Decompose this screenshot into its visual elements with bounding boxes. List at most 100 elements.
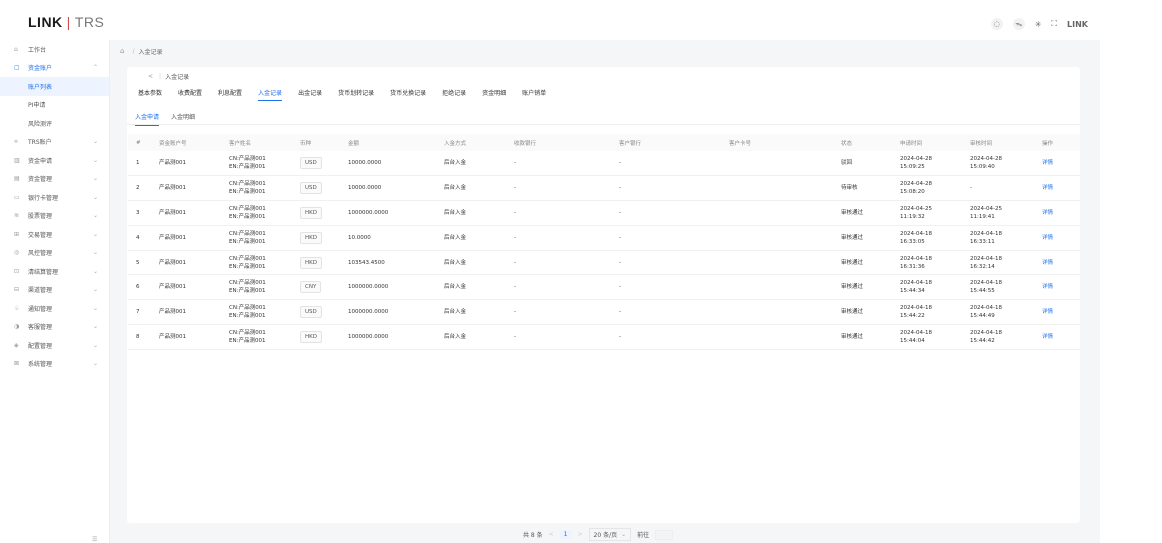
fullscreen-icon[interactable]: ⛶ xyxy=(1051,19,1057,29)
next-page-button[interactable]: > xyxy=(578,531,583,538)
cell-customer-name: CN:产品测001 EN:产品测001 xyxy=(225,299,296,326)
cell-apply-time: 2024-04-18 15:44:04 xyxy=(896,324,966,350)
table-row: 4 产品测001 CN:产品测001 EN:产品测001 HKD 10.0000 后台入金 -… xyxy=(128,225,1080,251)
detail-link[interactable]: 详情 xyxy=(1042,160,1053,166)
cell-apply-time: 2024-04-18 16:33:05 xyxy=(896,225,966,251)
collapse-sidebar-icon[interactable]: ☰ xyxy=(92,536,97,543)
logo[interactable]: LINK | TRS xyxy=(28,14,104,30)
page-size-value: 20 条/页 xyxy=(593,532,618,539)
page-size-select[interactable]: 20 条/页 ⌄ xyxy=(588,528,632,541)
cell-receive-bank: - xyxy=(510,175,615,202)
sidebar-item-fund-apply[interactable]: ▥ 资金申请 ⌄ xyxy=(0,151,109,170)
prev-page-button[interactable]: < xyxy=(549,531,554,538)
cell-index: 2 xyxy=(128,175,155,202)
col-action: 操作 xyxy=(1038,134,1080,151)
detail-link[interactable]: 详情 xyxy=(1042,284,1053,290)
theme-icon[interactable]: ✳ xyxy=(1035,20,1042,29)
deposit-table: # 资金账户号 客户姓名 币种 金额 入金方式 收款银行 客户银行 客户卡号 状… xyxy=(128,134,1080,350)
cell-apply-time: 2024-04-18 15:44:22 xyxy=(896,299,966,326)
sidebar-item-settle[interactable]: ⊡ 清结算管理 ⌄ xyxy=(0,262,109,281)
name-cn: CN:产品测001 xyxy=(229,156,266,163)
cell-receive-bank: - xyxy=(510,274,615,301)
sidebar-item-label: 交易管理 xyxy=(28,231,53,239)
goto-page-input[interactable] xyxy=(655,529,674,540)
sidebar-item-config[interactable]: ◈ 配置管理 ⌄ xyxy=(0,336,109,355)
cell-amount: 1000000.0000 xyxy=(344,324,440,350)
col-status: 状态 xyxy=(837,134,896,151)
currency-tag: CNY xyxy=(300,281,322,294)
sidebar-item-workbench[interactable]: ⌂ 工作台 xyxy=(0,40,109,59)
tab-fund-details[interactable]: 资金明细 xyxy=(482,88,506,101)
tab-interest-config[interactable]: 利息配置 xyxy=(218,88,242,101)
review-time: 16:32:14 xyxy=(970,263,995,270)
cell-account: 产品测001 xyxy=(155,225,225,251)
detail-link[interactable]: 详情 xyxy=(1042,210,1053,216)
tab-fee-config[interactable]: 收费配置 xyxy=(178,88,202,101)
sidebar-item-bank-card[interactable]: ▭ 银行卡管理 ⌄ xyxy=(0,188,109,207)
home-icon[interactable]: ⌂ xyxy=(120,47,124,55)
detail-link[interactable]: 详情 xyxy=(1042,334,1053,340)
cell-status: 审核通过 xyxy=(837,274,896,301)
sidebar-item-trs-account[interactable]: ⟡ TRS账户 ⌄ xyxy=(0,133,109,152)
sidebar-item-label: 资金申请 xyxy=(28,157,53,165)
sidebar-item-fund-manage[interactable]: ▤ 资金管理 ⌄ xyxy=(0,170,109,189)
translate-icon[interactable]: ᯓ xyxy=(1012,18,1025,30)
sidebar-item-label: 通知管理 xyxy=(28,305,53,313)
detail-link[interactable]: 详情 xyxy=(1042,309,1053,315)
bell-icon[interactable]: ◌ xyxy=(990,18,1003,30)
col-card-number: 客户卡号 xyxy=(725,134,837,151)
cell-apply-time: 2024-04-28 15:09:25 xyxy=(896,151,966,177)
cell-amount: 1000000.0000 xyxy=(344,299,440,326)
sidebar-item-risk-assess[interactable]: 风险测评 xyxy=(0,114,109,133)
cell-method: 后台入金 xyxy=(440,250,510,276)
cell-currency: HKD xyxy=(296,225,344,251)
home-icon: ⌂ xyxy=(14,45,18,53)
cell-apply-time: 2024-04-18 15:44:34 xyxy=(896,274,966,301)
detail-link[interactable]: 详情 xyxy=(1042,185,1053,191)
cell-amount: 10.0000 xyxy=(344,225,440,251)
apply-time: 16:31:36 xyxy=(900,263,925,270)
user-avatar[interactable]: LINK xyxy=(1067,20,1088,29)
apply-date: 2024-04-18 xyxy=(900,329,932,336)
sidebar-item-risk[interactable]: ◎ 风控管理 ⌄ xyxy=(0,244,109,263)
tab-account-cancel[interactable]: 账户销单 xyxy=(522,88,546,101)
cell-status: 驳回 xyxy=(837,151,896,177)
name-cn: CN:产品测001 xyxy=(229,255,266,262)
sidebar-item-trade[interactable]: ⊞ 交易管理 ⌄ xyxy=(0,225,109,244)
sidebar-item-channel[interactable]: ⊟ 渠道管理 ⌄ xyxy=(0,281,109,300)
cell-receive-bank: - xyxy=(510,225,615,251)
system-icon: ⊠ xyxy=(14,360,20,368)
sidebar-item-stock[interactable]: ≋ 股票管理 ⌄ xyxy=(0,207,109,226)
sidebar-item-notice[interactable]: ♧ 通知管理 ⌄ xyxy=(0,299,109,318)
detail-link[interactable]: 详情 xyxy=(1042,260,1053,266)
sidebar-item-system[interactable]: ⊠ 系统管理 ⌄ xyxy=(0,355,109,374)
back-button[interactable]: < xyxy=(148,73,153,80)
cell-apply-time: 2024-04-28 15:08:20 xyxy=(896,175,966,202)
name-en: EN:产品测001 xyxy=(229,313,266,320)
cell-account: 产品测001 xyxy=(155,250,225,276)
review-date: 2024-04-28 xyxy=(970,156,1002,163)
breadcrumb: ⌂ / 入金记录 xyxy=(110,40,1100,62)
tab-basic-params[interactable]: 基本参数 xyxy=(138,88,162,101)
cell-status: 审核通过 xyxy=(837,200,896,226)
review-date: 2024-04-18 xyxy=(970,280,1002,287)
tab-exchange-records[interactable]: 货币兑换记录 xyxy=(390,88,426,101)
chevron-down-icon: ⌄ xyxy=(93,212,99,220)
cell-receive-bank: - xyxy=(510,250,615,276)
apply-date: 2024-04-28 xyxy=(900,181,932,188)
cell-method: 后台入金 xyxy=(440,299,510,326)
sidebar-item-pi-apply[interactable]: PI申请 xyxy=(0,96,109,115)
tab-deposit-records[interactable]: 入金记录 xyxy=(258,88,283,101)
sidebar-item-label: 股票管理 xyxy=(28,213,53,221)
detail-link[interactable]: 详情 xyxy=(1042,235,1053,241)
page-number-button[interactable]: 1 xyxy=(559,530,572,539)
sidebar-item-account-list[interactable]: 账户列表 xyxy=(0,77,109,96)
tab-reject-records[interactable]: 拒绝记录 xyxy=(442,88,466,101)
sidebar-item-service[interactable]: ◑ 客服管理 ⌄ xyxy=(0,318,109,337)
sidebar-item-fund-account[interactable]: ▢ 资金账户 ⌃ xyxy=(0,59,109,78)
table-row: 1 产品测001 CN:产品测001 EN:产品测001 USD 10000.0000 后台… xyxy=(128,151,1080,177)
tab-withdraw-records[interactable]: 出金记录 xyxy=(298,88,322,101)
sidebar: ⌂ 工作台 ▢ 资金账户 ⌃ 账户列表 PI申请 风险测评 ⟡ TRS账户 ⌄ ▥ 资金申请… xyxy=(0,40,110,543)
tab-transfer-records[interactable]: 货币划转记录 xyxy=(338,88,374,101)
cell-method: 后台入金 xyxy=(440,324,510,350)
